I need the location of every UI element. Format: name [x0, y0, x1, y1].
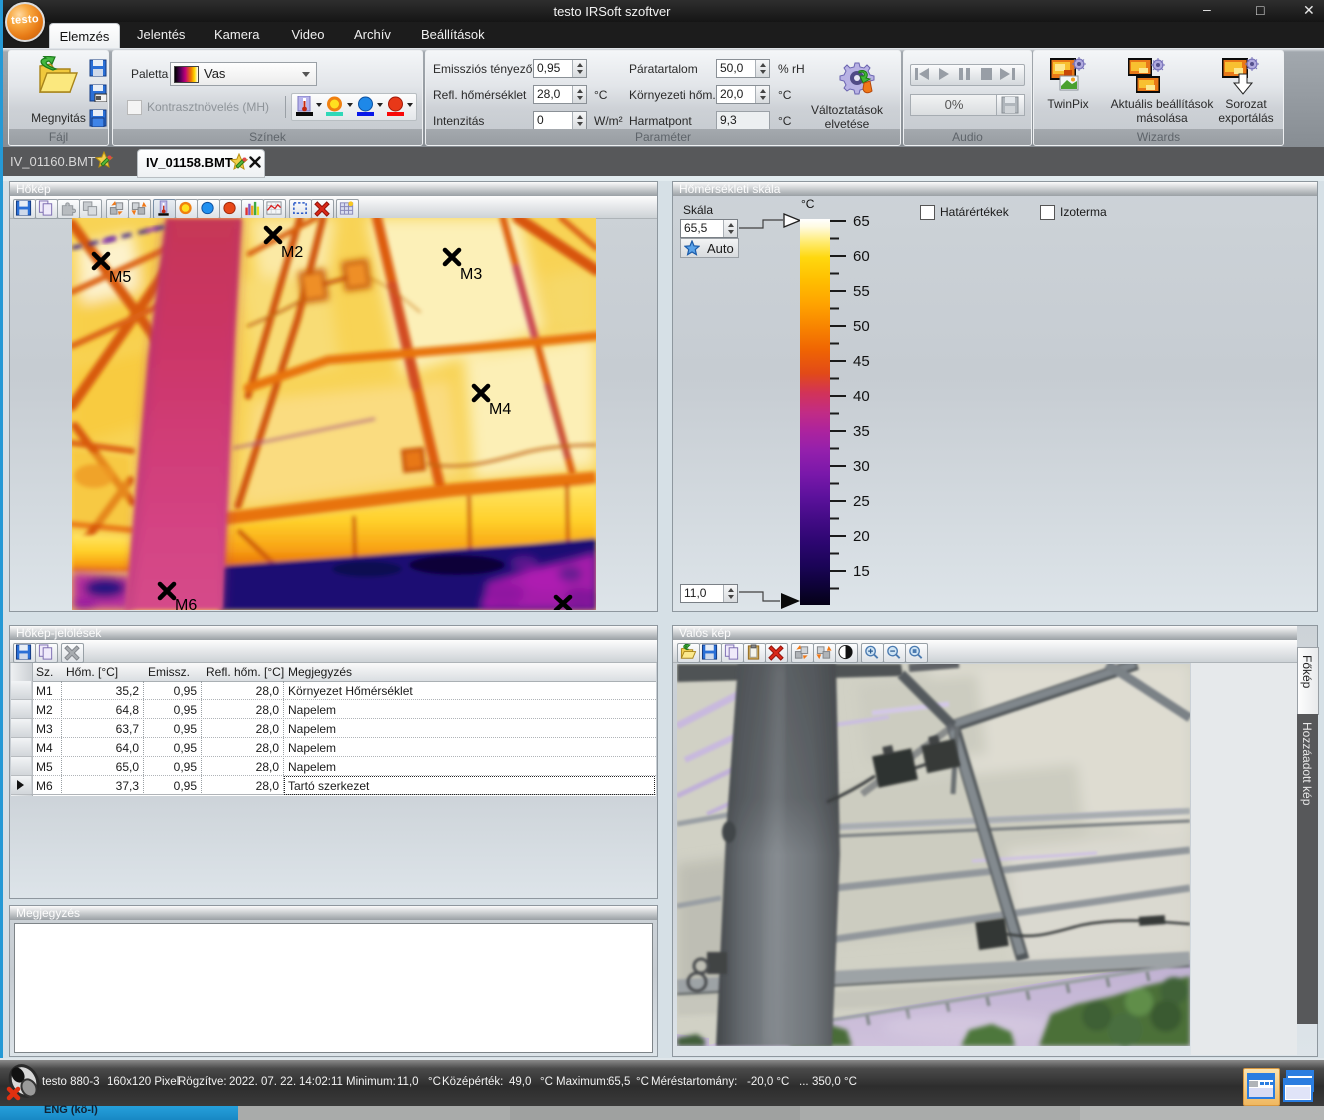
svg-text:50: 50 — [853, 318, 870, 335]
svg-text:65: 65 — [853, 213, 870, 230]
svg-text:25: 25 — [853, 493, 870, 510]
svg-text:15: 15 — [853, 563, 870, 580]
svg-text:40: 40 — [853, 388, 870, 405]
svg-text:20: 20 — [853, 528, 870, 545]
svg-text:M3: M3 — [460, 266, 482, 283]
svg-text:30: 30 — [853, 458, 870, 475]
svg-text:M4: M4 — [489, 401, 511, 418]
svg-text:45: 45 — [853, 353, 870, 370]
svg-text:35: 35 — [853, 423, 870, 440]
svg-text:55: 55 — [853, 283, 870, 300]
svg-text:M2: M2 — [281, 244, 303, 261]
svg-text:M5: M5 — [109, 269, 131, 286]
svg-text:60: 60 — [853, 248, 870, 265]
svg-text:M6: M6 — [175, 597, 197, 610]
svg-text:°C: °C — [801, 197, 815, 211]
